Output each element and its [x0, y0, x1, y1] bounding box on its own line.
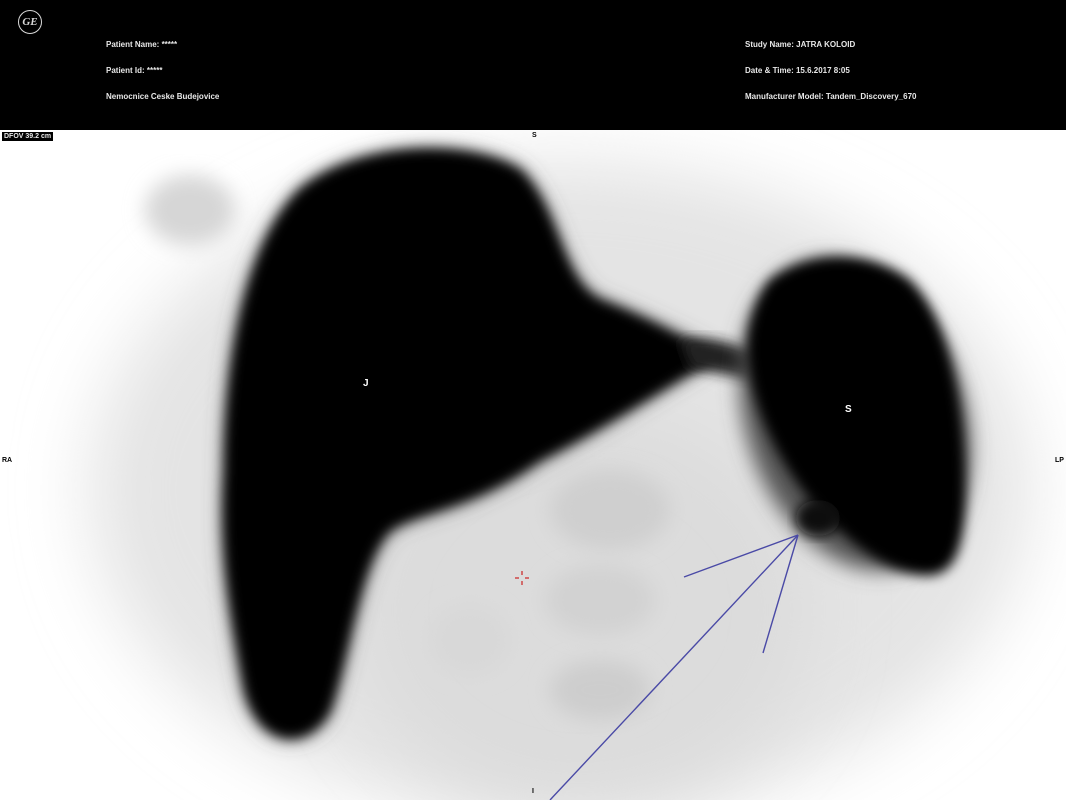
orientation-top-label: S [532, 132, 537, 139]
manufacturer-model: Manufacturer Model: Tandem_Discovery_670 [745, 92, 917, 101]
accessory-spleen-region [796, 500, 840, 536]
orientation-bottom-label: I [532, 788, 534, 795]
scintigraphy-image-viewport[interactable]: DFOV 39.2 cm S RA LP I J S [0, 130, 1066, 800]
soft-tissue-blob [550, 660, 650, 720]
study-name: Study Name: JATRA KOLOID [745, 40, 856, 49]
soft-tissue-blob [545, 565, 655, 635]
patient-name: Patient Name: ***** [106, 40, 178, 49]
scan-info-header: GE Patient Name: ***** Patient Id: *****… [0, 0, 1066, 130]
liver-label: J [363, 378, 369, 389]
institution-name: Nemocnice Ceske Budejovice [106, 92, 220, 101]
ge-logo-icon: GE [18, 10, 42, 34]
patient-id: Patient Id: ***** [106, 66, 163, 75]
orientation-right-label: LP [1055, 457, 1064, 464]
soft-tissue-blob [145, 175, 235, 245]
soft-tissue-blob [430, 605, 510, 675]
dfov-readout: DFOV 39.2 cm [2, 132, 54, 141]
soft-tissue-blob [550, 470, 670, 550]
scan-image [0, 130, 1066, 800]
study-date-time: Date & Time: 15.6.2017 8:05 [745, 66, 850, 75]
spleen-label: S [845, 404, 852, 415]
orientation-left-label: RA [2, 457, 13, 464]
